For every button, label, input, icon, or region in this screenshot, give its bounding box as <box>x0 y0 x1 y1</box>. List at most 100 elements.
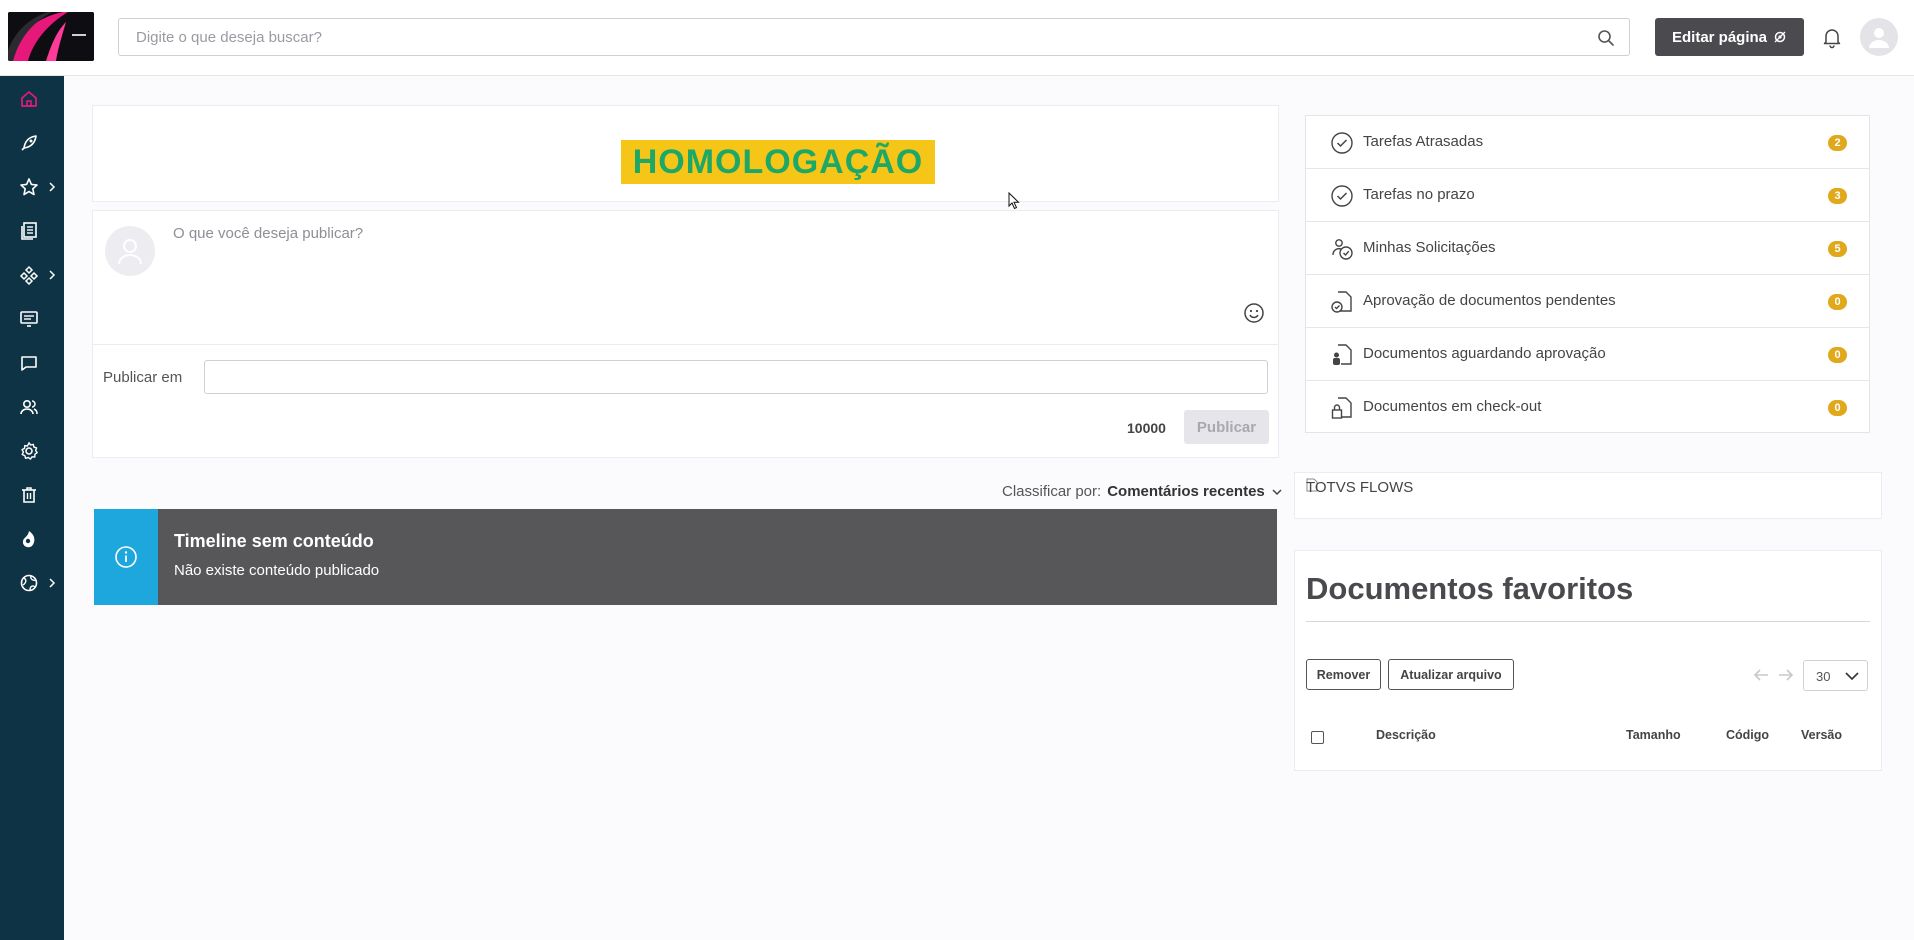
sidebar-item-users[interactable] <box>0 387 64 427</box>
task-row-my-requests[interactable]: Minhas Solicitações 5 <box>1306 222 1869 275</box>
tasks-panel: Tarefas Atrasadas 2 Tarefas no prazo 3 M… <box>1305 115 1870 433</box>
sidebar-item-workflow[interactable] <box>0 255 64 295</box>
sidebar-item-settings[interactable] <box>0 431 64 471</box>
sidebar-item-presentation[interactable] <box>0 299 64 339</box>
top-bar: Editar página <box>0 0 1914 76</box>
sort-value: Comentários recentes <box>1107 483 1265 500</box>
favorites-divider <box>1306 621 1870 622</box>
post-composer: Publicar em 10000 Publicar <box>92 210 1279 458</box>
publish-button[interactable]: Publicar <box>1184 410 1269 444</box>
task-label: Tarefas no prazo <box>1363 186 1475 203</box>
gear-icon <box>21 442 38 460</box>
timeline-title: Timeline sem conteúdo <box>174 531 374 551</box>
fluig-icon <box>22 531 35 548</box>
sidebar-item-fluig[interactable] <box>0 519 64 559</box>
count-badge: 0 <box>1828 294 1847 310</box>
search-icon[interactable] <box>1597 29 1615 47</box>
task-row-pending-approval[interactable]: Aprovação de documentos pendentes 0 <box>1306 275 1869 328</box>
documents-icon <box>21 222 37 240</box>
publish-in-field[interactable] <box>204 360 1268 394</box>
timeline-message: Não existe conteúdo publicado <box>174 562 380 579</box>
column-header-size[interactable]: Tamanho <box>1626 728 1681 742</box>
user-icon <box>118 239 142 265</box>
edit-page-button[interactable]: Editar página <box>1655 18 1804 56</box>
mouse-cursor-icon <box>1008 192 1020 210</box>
task-label: Minhas Solicitações <box>1363 239 1496 256</box>
alert-accent <box>94 509 158 605</box>
home-icon <box>21 91 37 107</box>
chevron-down-icon <box>1845 672 1859 681</box>
user-icon <box>1869 28 1889 48</box>
environment-banner-card: HOMOLOGAÇÃO <box>92 105 1279 202</box>
character-counter: 10000 <box>1127 420 1166 436</box>
user-avatar[interactable] <box>1860 18 1898 56</box>
next-page-icon[interactable] <box>1777 667 1795 683</box>
sidebar-item-home[interactable] <box>0 79 64 119</box>
rocket-icon <box>21 135 37 151</box>
workflow-icon <box>19 265 39 285</box>
post-textarea[interactable] <box>173 225 1253 315</box>
composer-avatar <box>105 226 155 276</box>
column-header-code[interactable]: Código <box>1726 728 1769 742</box>
page-size-select[interactable]: 30 <box>1803 660 1868 691</box>
edit-gear-icon <box>1774 31 1786 43</box>
environment-banner: HOMOLOGAÇÃO <box>621 140 935 184</box>
sidebar-item-chat[interactable] <box>0 343 64 383</box>
select-all-checkbox[interactable] <box>1311 731 1324 744</box>
timeline-empty-alert: Timeline sem conteúdo Não existe conteúd… <box>94 509 1277 605</box>
publish-in-label: Publicar em <box>103 369 183 386</box>
count-badge: 5 <box>1828 241 1847 257</box>
user-clock-icon <box>1332 239 1353 260</box>
sidebar-item-documents[interactable] <box>0 211 64 251</box>
update-file-button[interactable]: Atualizar arquivo <box>1388 659 1514 690</box>
document-user-icon <box>1333 344 1352 365</box>
sidebar-item-favorites[interactable] <box>0 167 64 207</box>
chevron-right-icon <box>49 270 56 280</box>
users-icon <box>20 399 38 415</box>
sidebar-item-trash[interactable] <box>0 475 64 515</box>
search-input[interactable] <box>119 19 1629 55</box>
task-row-overdue[interactable]: Tarefas Atrasadas 2 <box>1306 116 1869 169</box>
search-bar <box>118 18 1630 56</box>
document-clock-icon <box>1331 291 1352 313</box>
star-icon <box>20 178 38 196</box>
count-badge: 2 <box>1828 135 1847 151</box>
page-size-value: 30 <box>1816 669 1831 684</box>
task-row-checked-out[interactable]: Documentos em check-out 0 <box>1306 381 1869 434</box>
count-badge: 0 <box>1828 347 1847 363</box>
column-header-description[interactable]: Descrição <box>1376 728 1436 742</box>
company-logo[interactable] <box>8 12 94 61</box>
chat-icon <box>21 356 37 371</box>
totvs-flows-widget[interactable]: TOTVS FLOWS <box>1294 472 1882 519</box>
chevron-down-icon <box>1272 488 1282 495</box>
globe-icon <box>20 574 38 592</box>
clock-check-icon <box>1331 185 1353 207</box>
sidebar-item-globe[interactable] <box>0 563 64 603</box>
document-lock-icon <box>1331 397 1352 419</box>
sort-label: Classificar por: <box>1002 483 1102 500</box>
task-label: Tarefas Atrasadas <box>1363 133 1484 150</box>
sidebar-item-rocket[interactable] <box>0 123 64 163</box>
task-label: Aprovação de documentos pendentes <box>1363 292 1616 309</box>
favorites-title: Documentos favoritos <box>1306 571 1634 606</box>
info-icon <box>115 546 137 568</box>
emoji-icon[interactable] <box>1243 302 1265 324</box>
previous-page-icon[interactable] <box>1752 667 1770 683</box>
task-row-on-time[interactable]: Tarefas no prazo 3 <box>1306 169 1869 222</box>
presentation-icon <box>20 311 38 327</box>
task-row-awaiting-approval[interactable]: Documentos aguardando aprovação 0 <box>1306 328 1869 381</box>
notification-bell-icon[interactable] <box>1820 25 1844 49</box>
sidebar <box>0 76 64 940</box>
trash-icon <box>22 487 36 503</box>
chevron-right-icon <box>49 578 56 588</box>
count-badge: 3 <box>1828 188 1847 204</box>
sort-selector[interactable]: Classificar por: Comentários recentes <box>1002 483 1283 500</box>
remove-button[interactable]: Remover <box>1306 659 1381 690</box>
edit-page-label: Editar página <box>1671 28 1768 46</box>
task-label: Documentos aguardando aprovação <box>1363 345 1606 362</box>
totvs-flows-alt-text: TOTVS FLOWS <box>1306 479 1414 496</box>
clock-check-icon <box>1331 132 1353 154</box>
chevron-right-icon <box>49 182 56 192</box>
column-header-version[interactable]: Versão <box>1801 728 1842 742</box>
count-badge: 0 <box>1828 400 1847 416</box>
